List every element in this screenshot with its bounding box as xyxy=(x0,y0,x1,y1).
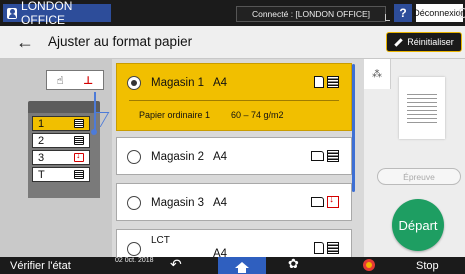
tray-card[interactable]: Magasin 3 A4 xyxy=(116,183,352,221)
paper-stack-icon xyxy=(327,242,339,254)
tray-radio[interactable] xyxy=(127,150,141,164)
tray-paper-icon xyxy=(74,170,84,179)
paper-portrait-icon xyxy=(314,242,324,254)
tray-name: Magasin 3 xyxy=(151,197,205,209)
output-tray: ☝ ⊥ xyxy=(46,70,104,90)
tray-list[interactable]: Magasin 1 A4 Papier ordinaire 1 60 – 74 g/m… xyxy=(112,59,364,257)
paper-portrait-icon xyxy=(314,76,324,88)
connection-status: Connecté : [LONDON OFFICE] xyxy=(236,6,386,22)
back-button[interactable]: ← xyxy=(12,30,38,54)
printer-tray-1: 1 xyxy=(32,116,90,131)
preview-tab[interactable]: ⁂ xyxy=(364,59,391,89)
reset-pen-icon xyxy=(394,37,403,47)
connection-corner-icon xyxy=(385,14,390,21)
preview-lines xyxy=(407,91,437,123)
printer-tray-t: T xyxy=(32,167,90,182)
user-name: LONDON OFFICE xyxy=(21,0,73,27)
help-button[interactable]: ? xyxy=(394,4,412,22)
paper-empty-icon xyxy=(327,194,339,208)
home-button[interactable] xyxy=(218,257,266,274)
tray-size: A4 xyxy=(213,151,228,163)
tray-name: Magasin 1 xyxy=(151,77,205,89)
hand-icon: ☝ xyxy=(56,74,64,87)
gear-icon[interactable]: ✿ xyxy=(288,256,299,272)
printer-tray-2: 2 xyxy=(32,133,90,148)
tray-status-icons xyxy=(314,242,339,254)
preview-thumbnail xyxy=(399,77,445,139)
paper-landscape-icon xyxy=(311,197,324,207)
tray-output-warning-icon: ⊥ xyxy=(83,74,94,87)
printer-tray-3: 3 xyxy=(32,150,90,165)
stop-button[interactable]: Stop xyxy=(416,260,439,272)
paper-weight: 60 – 74 g/m2 xyxy=(231,110,284,120)
paper-stack-icon xyxy=(327,150,339,162)
card-divider xyxy=(129,100,339,101)
tray-name: LCT xyxy=(151,235,170,246)
tray-status-icons xyxy=(311,194,339,208)
printer-tray-label: 1 xyxy=(38,117,45,130)
reset-label: Réinitialiser xyxy=(407,37,454,47)
tray-status-icons xyxy=(311,150,339,162)
bypass-indicator xyxy=(91,129,97,135)
stop-icon[interactable] xyxy=(363,259,375,271)
tray-card[interactable]: Magasin 1 A4 Papier ordinaire 1 60 – 74 g/m… xyxy=(116,63,352,131)
scrollbar[interactable] xyxy=(352,64,355,192)
start-button[interactable]: Départ xyxy=(392,199,444,251)
paper-type: Papier ordinaire 1 xyxy=(139,110,211,120)
tray-card[interactable]: Magasin 2 A4 xyxy=(116,137,352,175)
proof-button[interactable]: Épreuve xyxy=(377,168,461,185)
tray-status-icons xyxy=(314,76,339,88)
tray-size: A4 xyxy=(213,197,228,209)
printer-tray-label: 3 xyxy=(38,151,45,164)
back-nav-icon[interactable]: ↶ xyxy=(170,256,182,273)
tray-size: A4 xyxy=(213,248,228,257)
tray-radio[interactable] xyxy=(127,76,141,90)
paper-stack-icon xyxy=(327,76,339,88)
tray-name: Magasin 2 xyxy=(151,151,205,163)
tray-radio[interactable] xyxy=(127,196,141,210)
tray-empty-icon xyxy=(74,150,84,162)
printer-tray-label: T xyxy=(38,168,45,181)
energy-saver-icon[interactable] xyxy=(456,4,465,22)
user-icon xyxy=(7,7,18,19)
tray-paper-icon xyxy=(74,136,84,145)
printer-top xyxy=(28,101,100,113)
tray-size: A4 xyxy=(213,77,228,89)
user-info[interactable]: LONDON OFFICE xyxy=(3,0,111,27)
page-title: Ajuster au format papier xyxy=(48,34,193,49)
reset-button[interactable]: Réinitialiser xyxy=(386,32,462,52)
printer-tray-label: 2 xyxy=(38,134,45,147)
date-display: 02 0ct. 2018 xyxy=(115,257,154,264)
dots-icon: ⁂ xyxy=(372,68,382,80)
check-status-button[interactable]: Vérifier l'état xyxy=(10,260,71,272)
tray-radio[interactable] xyxy=(127,242,141,256)
paper-landscape-icon xyxy=(311,151,324,161)
tray-paper-icon xyxy=(74,119,84,128)
home-icon xyxy=(235,261,249,273)
tray-card[interactable]: LCT A4 xyxy=(116,229,352,257)
